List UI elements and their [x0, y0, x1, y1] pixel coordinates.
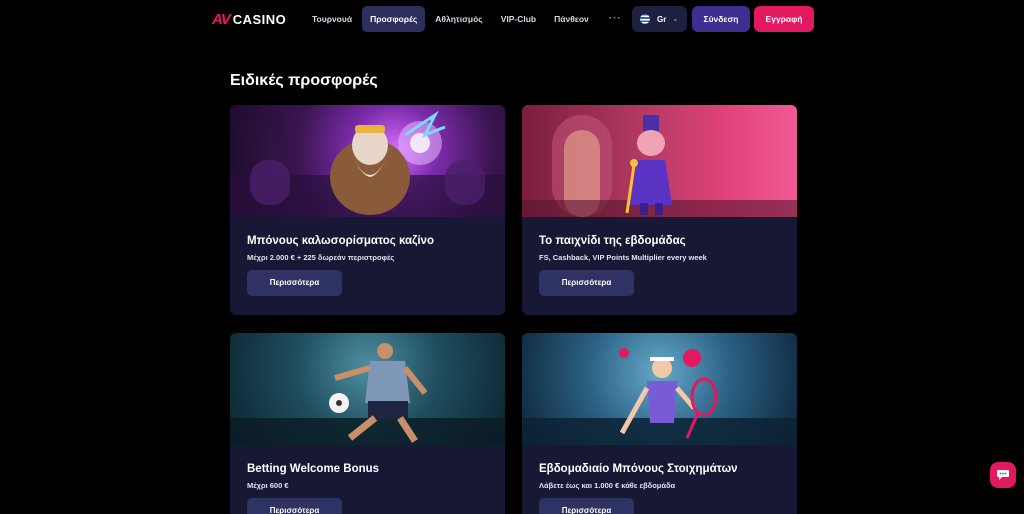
- nav-item-promotions[interactable]: Προσφορές: [362, 6, 426, 32]
- more-button[interactable]: Περισσότερα: [539, 270, 634, 296]
- chat-button[interactable]: [990, 462, 1016, 488]
- offer-subtitle: Λάβετε έως και 1.000 € κάθε εβδομάδα: [539, 481, 676, 490]
- offer-title: Μπόνους καλωσορίσματος καζίνο: [247, 235, 434, 247]
- soccer-player-illustration: [230, 333, 505, 445]
- offer-card-weekly-betting-bonus: Εβδομαδιαίο Μπόνους Στοιχημάτων Λάβετε έ…: [522, 333, 797, 514]
- offer-title: Betting Welcome Bonus: [247, 463, 380, 475]
- page-title: Ειδικές προσφορές: [230, 72, 378, 89]
- language-label: Gr: [657, 14, 667, 24]
- more-button[interactable]: Περισσότερα: [247, 270, 342, 296]
- main-nav: Τουρνουά Προσφορές Αθλητισμός VIP-Club Π…: [304, 6, 634, 32]
- chevron-down-icon: ⌄: [672, 16, 679, 23]
- offer-card-casino-welcome: Μπόνους καλωσορίσματος καζίνο Μέχρι 2.00…: [230, 105, 505, 315]
- offer-subtitle: Μέχρι 600 €: [247, 481, 289, 490]
- offer-card-game-of-week: Το παιχνίδι της εβδομάδας FS, Cashback, …: [522, 105, 797, 315]
- tennis-player-illustration: [522, 333, 797, 445]
- nav-item-pantheon[interactable]: Πάνθεον: [546, 6, 597, 32]
- login-button[interactable]: Σύνδεση: [692, 6, 750, 32]
- zeus-illustration: [230, 105, 505, 217]
- more-menu-icon[interactable]: ···: [599, 6, 632, 32]
- chat-bubble-icon: [997, 470, 1009, 480]
- pig-gentleman-illustration: [522, 105, 797, 217]
- offer-subtitle: Μέχρι 2.000 € + 225 δωρεάν περιστροφές: [247, 253, 395, 262]
- offer-card-betting-welcome: Betting Welcome Bonus Μέχρι 600 € Περισσ…: [230, 333, 505, 514]
- logo-text: CASINO: [232, 12, 287, 27]
- register-button[interactable]: Εγγραφή: [754, 6, 814, 32]
- top-header: AV CASINO Τουρνουά Προσφορές Αθλητισμός …: [0, 0, 1024, 38]
- nav-item-sports[interactable]: Αθλητισμός: [427, 6, 490, 32]
- offer-title: Το παιχνίδι της εβδομάδας: [539, 235, 686, 247]
- nav-item-tournaments[interactable]: Τουρνουά: [304, 6, 360, 32]
- offer-title: Εβδομαδιαίο Μπόνους Στοιχημάτων: [539, 463, 738, 475]
- logo-mark: AV: [212, 11, 231, 28]
- casino-logo[interactable]: AV CASINO: [212, 11, 286, 28]
- greece-flag-icon: [639, 13, 651, 25]
- language-selector[interactable]: Gr ⌄: [632, 6, 687, 32]
- nav-item-vip-club[interactable]: VIP-Club: [493, 6, 544, 32]
- more-button[interactable]: Περισσότερα: [539, 498, 634, 514]
- more-button[interactable]: Περισσότερα: [247, 498, 342, 514]
- offer-subtitle: FS, Cashback, VIP Points Multiplier ever…: [539, 253, 707, 262]
